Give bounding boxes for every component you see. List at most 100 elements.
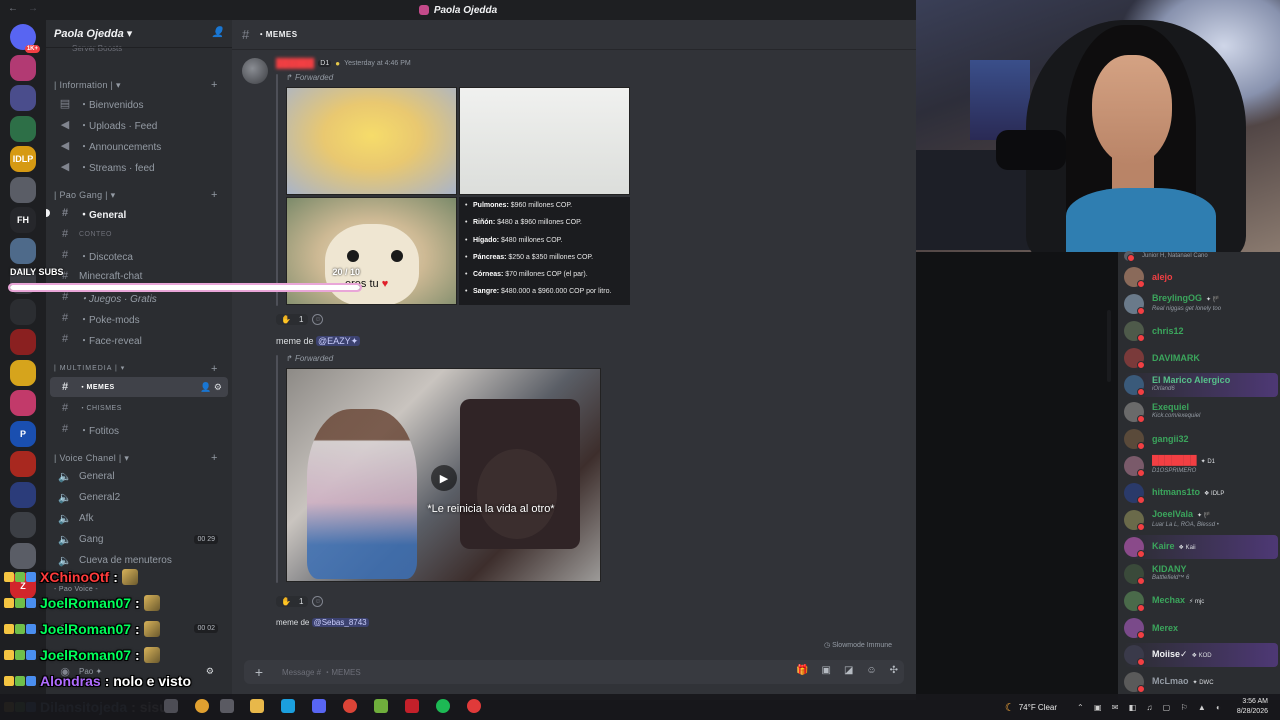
chat-header: # ・MEMES [232, 20, 916, 50]
add-channel-icon[interactable]: + [211, 452, 218, 464]
speaker-icon: 🔈 [58, 512, 72, 525]
server-icon[interactable]: P [10, 420, 36, 447]
add-channel-icon[interactable]: + [211, 79, 218, 91]
member-item[interactable]: McLmao ✦ DWC [1124, 670, 1278, 694]
server-icon[interactable] [10, 115, 36, 142]
server-icon[interactable] [10, 24, 40, 53]
add-channel-icon[interactable]: + [211, 363, 218, 375]
channel-conteo[interactable]: # CONTEO [50, 224, 228, 244]
emoji-icon[interactable]: ☺ [866, 665, 876, 676]
server-icon[interactable] [10, 390, 36, 416]
image-blank[interactable] [459, 87, 630, 195]
chat-username: JoelRoman07 [40, 647, 132, 663]
webcam-microphone [996, 130, 1066, 170]
voice-channel-afk[interactable]: 🔈 Afk [50, 508, 228, 528]
user-mention[interactable]: @EAZY✦ [316, 336, 361, 346]
channel-settings-icons[interactable]: 👤 ⚙ [200, 382, 222, 393]
server-icon[interactable] [10, 542, 36, 569]
server-icon[interactable]: IDLP [10, 146, 36, 172]
reaction-pill[interactable]: ✋ 1 [276, 313, 309, 325]
file-explorer-icon[interactable] [250, 699, 264, 713]
server-icon[interactable] [10, 329, 36, 355]
member-item[interactable]: chris12 [1124, 319, 1278, 343]
task-view-icon[interactable] [220, 699, 234, 713]
app-icon[interactable] [374, 699, 388, 713]
channel-uploads[interactable]: ◀ ・Uploads · Feed [50, 114, 228, 134]
member-item[interactable]: DAVIMARK [1124, 346, 1278, 370]
member-item[interactable]: gangii32 [1124, 427, 1278, 451]
gif-icon[interactable]: ▣ [821, 665, 830, 676]
member-status: iOrland6 [1152, 386, 1175, 392]
channel-poke-mods[interactable]: # ・Poke-mods [50, 308, 228, 328]
chat-badge-icon [4, 624, 14, 634]
avatar[interactable] [242, 58, 268, 84]
app-icon[interactable] [195, 699, 209, 713]
discord-icon[interactable] [312, 699, 326, 713]
add-reaction-icon[interactable]: ☺ [312, 313, 324, 325]
spotify-icon[interactable] [436, 699, 450, 713]
channel-chismes[interactable]: # ・CHISMES [50, 398, 228, 418]
channel-memes[interactable]: # ・MEMES 👤 ⚙ [50, 377, 228, 397]
member-item[interactable]: Kaire ❖ Kaii [1124, 535, 1278, 559]
category-information[interactable]: | Information | ▾ + [54, 79, 217, 91]
server-icon[interactable] [10, 481, 36, 508]
member-item[interactable]: Moiise✓ ❖ KOD [1124, 643, 1278, 667]
add-friend-icon[interactable]: 👤 [212, 27, 224, 38]
clock[interactable]: 3:56 AM 8/28/2026 [1237, 697, 1268, 717]
chrome-icon[interactable] [343, 699, 357, 713]
member-item[interactable]: ███████ ✦ D1 D1OSPRIMERO [1124, 454, 1278, 478]
message-author[interactable]: ██████ [276, 58, 314, 68]
channel-bienvenidos[interactable]: ▤ ・Bienvenidos [50, 93, 228, 113]
member-item[interactable]: JoeelVala ✦ 🏴 Luar La L, ROA, Blessd • [1124, 508, 1278, 532]
server-icon[interactable]: FH [10, 207, 36, 233]
voice-channel-general2[interactable]: 🔈 General2 [50, 487, 228, 507]
add-channel-icon[interactable]: + [211, 189, 218, 201]
channel-streams[interactable]: ◀ ・Streams · feed [50, 156, 228, 176]
channel-fotitos[interactable]: # ・Fotitos [50, 419, 228, 439]
category-voice-chanel[interactable]: | Voice Chanel | ▾ + [54, 452, 217, 464]
member-item[interactable]: Merex [1124, 616, 1278, 640]
chat-message: : [135, 595, 140, 611]
back-arrow-icon[interactable]: ← [8, 3, 18, 14]
member-item[interactable]: hitmans1to ❖ IDLP [1124, 481, 1278, 505]
apps-icon[interactable]: ✣ [890, 665, 898, 676]
sticker-icon[interactable]: ◪ [844, 665, 853, 676]
server-icon[interactable] [10, 176, 36, 203]
server-icon[interactable] [10, 85, 36, 111]
server-icon[interactable] [10, 451, 36, 477]
voice-channel-gang[interactable]: 🔈 Gang 00 29 [50, 529, 228, 549]
member-item[interactable]: El Marico Alergico iOrland6 [1124, 373, 1278, 397]
channel-face-reveal[interactable]: # ・Face-reveal [50, 329, 228, 349]
server-name-header[interactable]: Paola Ojedda ▾ 👤 [46, 20, 232, 48]
member-item[interactable]: Exequiel Kick.com/exequiel [1124, 400, 1278, 424]
steam-icon[interactable] [281, 699, 295, 713]
organ-price: $480.000 a $960.000 COP por litro. [499, 288, 612, 296]
category-multimedia[interactable]: | MULTIMEDIA | ▾ + [54, 363, 217, 375]
weather-widget[interactable]: ☾ 74°F Clear [1005, 701, 1057, 714]
search-icon[interactable] [164, 699, 178, 713]
member-item[interactable]: alejo [1124, 265, 1278, 289]
voice-channel-general[interactable]: 🔈 General [50, 466, 228, 486]
category-pao-gang[interactable]: | Pao Gang | ▾ + [54, 189, 217, 201]
member-item[interactable]: BreylingOG ✦ 🏴 Real niggas get lonely too [1124, 292, 1278, 316]
member-item[interactable]: Junior H, Natanael Cano [1124, 251, 1278, 262]
member-item[interactable]: KIDANY Battlefield™ 6 [1124, 562, 1278, 586]
member-list-scrollbar[interactable] [1107, 310, 1111, 382]
app-icon[interactable] [467, 699, 481, 713]
server-icon[interactable] [10, 298, 36, 325]
server-icon[interactable] [10, 512, 36, 538]
chat-username: JoelRoman07 [40, 595, 132, 611]
channel-announcements[interactable]: ◀ ・Announcements [50, 135, 228, 155]
tray-icons[interactable]: ⌃ ▣ ✉ ◧ ♫ ▢ ⚐ ▲ ◐ [1077, 703, 1225, 712]
server-icon[interactable] [10, 54, 36, 81]
channel-general[interactable]: # ・General [46, 203, 228, 223]
video-embed[interactable]: ▶ *Le reinicia la vida al otro* [286, 368, 601, 582]
image-organ-prices[interactable]: Pulmones: $960 millones COP.Riñón: $480 … [459, 197, 630, 305]
image-sun[interactable] [286, 87, 457, 195]
server-icon[interactable] [10, 359, 36, 386]
forward-arrow-icon[interactable]: → [28, 3, 38, 14]
gift-icon[interactable]: 🎁 [796, 665, 808, 676]
member-item[interactable]: Mechax ⚡ mjc [1124, 589, 1278, 613]
play-icon[interactable]: ▶ [431, 465, 457, 491]
app-icon[interactable] [405, 699, 419, 713]
